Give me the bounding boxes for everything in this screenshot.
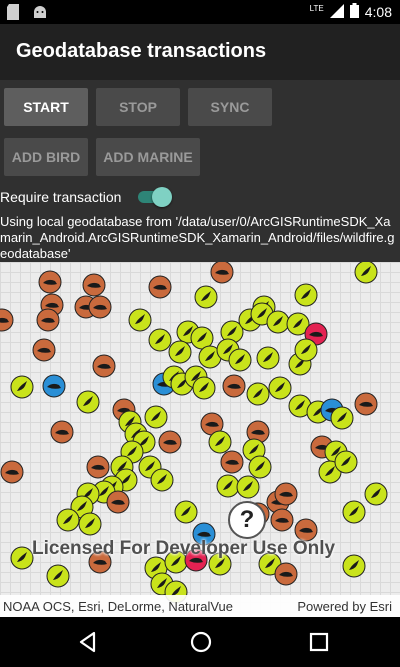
bird-marker[interactable] (228, 348, 252, 372)
require-transaction-switch[interactable] (136, 186, 172, 208)
bird-marker[interactable] (144, 405, 168, 429)
bird-marker[interactable] (268, 376, 292, 400)
bird-marker[interactable] (334, 450, 358, 474)
marine-marker[interactable] (88, 295, 112, 319)
marine-marker[interactable] (50, 420, 74, 444)
page-title: Geodatabase transactions (16, 40, 267, 62)
marine-marker[interactable] (222, 374, 246, 398)
bird-marker[interactable] (168, 340, 192, 364)
start-button[interactable]: START (4, 88, 88, 126)
status-bar: LTE 4:08 (0, 0, 400, 24)
battery-icon (349, 3, 359, 21)
marine-marker[interactable] (42, 374, 66, 398)
bird-marker[interactable] (76, 390, 100, 414)
controls-panel: START STOP SYNC ADD BIRD ADD MARINE Requ… (0, 80, 400, 262)
bird-marker[interactable] (192, 376, 216, 400)
attribution-text: NOAA OCS, Esri, DeLorme, NaturalVue (3, 599, 233, 614)
recents-icon[interactable] (307, 630, 331, 654)
sd-card-icon (6, 4, 20, 25)
marine-marker[interactable] (106, 490, 130, 514)
clock: 4:08 (364, 4, 392, 20)
bird-marker[interactable] (294, 283, 318, 307)
bird-marker[interactable] (128, 308, 152, 332)
marine-marker[interactable] (32, 338, 56, 362)
bird-marker[interactable] (294, 338, 318, 362)
bird-marker[interactable] (208, 430, 232, 454)
signal-icon (329, 3, 344, 21)
bird-marker[interactable] (354, 262, 378, 284)
marine-marker[interactable] (220, 450, 244, 474)
bird-marker[interactable] (266, 310, 290, 334)
back-icon[interactable] (76, 630, 100, 654)
marine-marker[interactable] (148, 275, 172, 299)
android-icon (32, 4, 48, 25)
map-feature-layer (0, 262, 388, 604)
geodatabase-path-text: Using local geodatabase from '/data/user… (0, 214, 395, 261)
bird-marker[interactable] (10, 375, 34, 399)
bird-marker[interactable] (78, 512, 102, 536)
switch-thumb (152, 187, 172, 207)
marine-marker[interactable] (82, 273, 106, 297)
marine-marker[interactable] (92, 354, 116, 378)
marine-marker[interactable] (158, 430, 182, 454)
marine-marker[interactable] (274, 562, 298, 586)
bird-marker[interactable] (56, 508, 80, 532)
stop-button[interactable]: STOP (96, 88, 180, 126)
bird-marker[interactable] (246, 382, 270, 406)
bird-marker[interactable] (150, 468, 174, 492)
bird-marker[interactable] (342, 554, 366, 578)
identify-button[interactable]: ? (228, 501, 266, 539)
bird-marker[interactable] (174, 500, 198, 524)
bird-marker[interactable] (10, 546, 34, 570)
bird-marker[interactable] (216, 474, 240, 498)
bird-marker[interactable] (248, 455, 272, 479)
marine-marker[interactable] (0, 460, 24, 484)
marine-marker[interactable] (38, 270, 62, 294)
bird-marker[interactable] (256, 346, 280, 370)
require-transaction-row: Require transaction (0, 184, 400, 210)
app-bar: Geodatabase transactions (0, 24, 400, 80)
marine-marker[interactable] (210, 262, 234, 284)
bird-marker[interactable] (148, 328, 172, 352)
bird-marker[interactable] (194, 285, 218, 309)
home-icon[interactable] (189, 630, 213, 654)
powered-by-esri: Powered by Esri (297, 599, 392, 614)
sync-button[interactable]: SYNC (188, 88, 272, 126)
bird-marker[interactable] (364, 482, 388, 506)
bird-marker[interactable] (342, 500, 366, 524)
map-view[interactable]: Licensed For Developer Use Only ? NOAA O… (0, 262, 400, 617)
bird-marker[interactable] (236, 475, 260, 499)
bird-marker[interactable] (46, 564, 70, 588)
license-watermark: Licensed For Developer Use Only (32, 538, 336, 559)
marine-marker[interactable] (86, 455, 110, 479)
network-type-label: LTE (309, 3, 324, 13)
require-transaction-label: Require transaction (0, 189, 122, 205)
attribution-bar: NOAA OCS, Esri, DeLorme, NaturalVue Powe… (0, 595, 400, 617)
marine-marker[interactable] (0, 308, 14, 332)
marine-marker[interactable] (36, 308, 60, 332)
add-marine-button[interactable]: ADD MARINE (96, 138, 200, 176)
marine-marker[interactable] (274, 482, 298, 506)
marine-marker[interactable] (354, 392, 378, 416)
navigation-bar (0, 617, 400, 667)
add-bird-button[interactable]: ADD BIRD (4, 138, 88, 176)
bird-marker[interactable] (330, 406, 354, 430)
marine-marker[interactable] (270, 508, 294, 532)
